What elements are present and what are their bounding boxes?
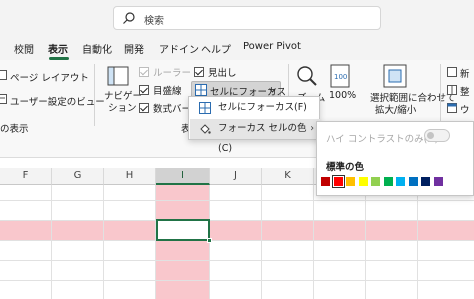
menu-item-cell-focus-label: セルにフォーカス(F) — [218, 102, 307, 113]
cell-focus-icon — [195, 84, 207, 96]
tab-review[interactable]: 校閲 — [14, 41, 34, 56]
title-bar: 検索 — [0, 0, 474, 36]
focus-color-submenu: ハイ コントラストのみ(H) 標準の色 — [316, 121, 474, 196]
color-swatch[interactable] — [346, 177, 355, 186]
views-group-label: の表示 — [0, 124, 29, 135]
color-swatch[interactable] — [408, 177, 418, 186]
gridlines-checkbox[interactable] — [139, 85, 149, 95]
column-header-f[interactable]: F — [0, 168, 52, 185]
formula-bar-checkbox[interactable] — [139, 103, 149, 113]
color-swatch[interactable] — [371, 177, 380, 186]
color-swatch[interactable] — [383, 177, 393, 186]
tab-power-pivot[interactable]: Power Pivot — [243, 41, 301, 52]
page-layout-icon — [0, 70, 7, 80]
color-swatch[interactable] — [396, 177, 405, 186]
custom-view-icon — [0, 94, 7, 104]
arrange-all-button[interactable]: 整 — [460, 84, 470, 98]
new-window-button[interactable]: 新 — [460, 66, 470, 80]
grid-column — [156, 185, 210, 299]
search-icon — [123, 12, 135, 24]
grid-column — [418, 185, 474, 299]
zoom-to-selection-icon — [383, 64, 407, 88]
grid-row-line — [0, 200, 474, 201]
ribbon-tabs: 校閲 表示 自動化 開発 アドイン ヘルプ Power Pivot — [0, 36, 474, 60]
search-box[interactable]: 検索 — [113, 6, 381, 30]
tab-help[interactable]: ヘルプ — [201, 41, 231, 56]
navigation-icon — [107, 66, 129, 86]
tab-view[interactable]: 表示 — [48, 41, 68, 56]
active-cell[interactable] — [156, 219, 212, 243]
high-contrast-toggle[interactable] — [424, 129, 450, 142]
grid-row-line — [0, 240, 474, 241]
menu-item-focus-cell-color-label: フォーカス セルの色(C) — [218, 123, 307, 154]
grid-column — [104, 185, 156, 299]
tab-developer[interactable]: 開発 — [124, 41, 144, 56]
grid-row-line — [0, 220, 474, 221]
grid-column — [210, 185, 262, 299]
navigation-label-2[interactable]: ション — [108, 100, 137, 114]
column-header-k[interactable]: K — [262, 168, 314, 185]
chevron-right-icon: › — [310, 123, 314, 134]
cell-focus-icon — [199, 102, 211, 114]
color-swatch[interactable] — [358, 177, 368, 186]
standard-colors-label: 標準の色 — [326, 162, 365, 173]
ruler-checkbox[interactable] — [139, 67, 149, 77]
cell-focus-menu: セルにフォーカス(F) フォーカス セルの色(C) › — [188, 96, 320, 154]
zoom-100-button[interactable]: 100% — [329, 90, 356, 101]
color-swatch[interactable] — [331, 175, 345, 188]
zoom-icon — [297, 66, 317, 86]
group-divider — [94, 64, 95, 126]
grid-column — [314, 185, 366, 299]
column-header-g[interactable]: G — [52, 168, 104, 185]
gridlines-label: 目盛線 — [153, 86, 182, 97]
color-swatch[interactable] — [321, 177, 330, 186]
grid-column — [52, 185, 104, 299]
new-window-icon — [447, 67, 457, 77]
menu-item-cell-focus[interactable]: セルにフォーカス(F) — [190, 98, 320, 118]
ruler-label: ルーラー — [153, 68, 192, 79]
search-placeholder: 検索 — [144, 16, 164, 27]
column-header-j[interactable]: J — [210, 168, 262, 185]
color-swatch[interactable] — [421, 177, 430, 186]
high-contrast-only-label: ハイ コントラストのみ(H) — [326, 134, 439, 145]
window-button[interactable]: ウ — [460, 102, 470, 116]
headings-checkbox[interactable] — [194, 67, 204, 77]
paint-bucket-icon — [200, 124, 211, 134]
zoom-100-icon: 100 — [330, 64, 350, 88]
tab-addins[interactable]: アドイン — [159, 41, 199, 56]
grid-column — [262, 185, 314, 299]
column-header-h[interactable]: H — [104, 168, 156, 185]
grid-row-line — [0, 280, 474, 281]
group-divider — [440, 64, 441, 126]
grid-row-line — [0, 260, 474, 261]
custom-view-button[interactable]: ユーザー設定のビュー — [10, 94, 105, 108]
window-icon — [447, 103, 457, 113]
grid-column — [0, 185, 52, 299]
formula-bar-label: 数式バー — [153, 104, 192, 115]
page-layout-button[interactable]: ページ レイアウト — [10, 70, 89, 84]
headings-label: 見出し — [208, 68, 237, 79]
tab-automate[interactable]: 自動化 — [82, 41, 112, 56]
fill-handle[interactable] — [207, 238, 212, 243]
zoom-to-selection-label-2[interactable]: 拡大/縮小 — [375, 102, 416, 116]
menu-item-focus-cell-color[interactable]: フォーカス セルの色(C) › — [190, 119, 320, 154]
arrange-all-icon — [447, 85, 457, 95]
chevron-down-icon — [269, 88, 276, 93]
svg-text:100: 100 — [334, 73, 347, 81]
color-swatch[interactable] — [433, 177, 443, 186]
grid-column — [366, 185, 418, 299]
column-header-i[interactable]: I — [156, 168, 210, 185]
